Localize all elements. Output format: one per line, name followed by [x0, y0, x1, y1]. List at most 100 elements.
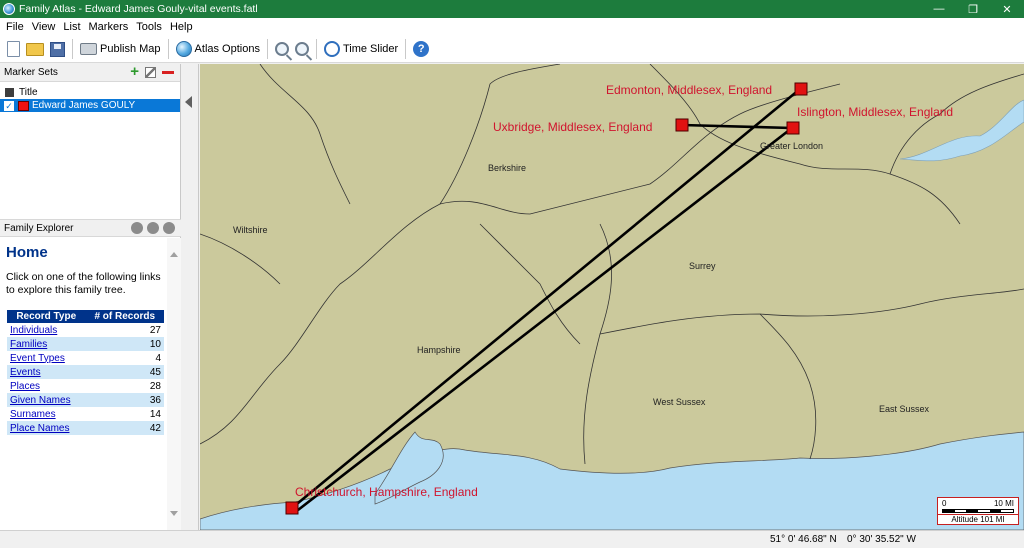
record-link[interactable]: Surnames — [7, 407, 86, 421]
window-controls: — ❐ ✕ — [922, 0, 1024, 18]
scroll-down-icon[interactable] — [170, 511, 178, 516]
table-row: Families 10 — [7, 337, 164, 351]
atlas-options-button[interactable]: Atlas Options — [173, 38, 263, 60]
region-label-surrey: Surrey — [689, 261, 716, 271]
map-scale: 0 10 MI Altitude 101 MI — [937, 497, 1019, 525]
open-button[interactable] — [23, 38, 47, 60]
family-explorer-body: Home Click on one of the following links… — [0, 238, 181, 530]
save-button[interactable] — [47, 38, 68, 60]
forward-arrow-icon[interactable] — [163, 222, 175, 234]
time-slider-label: Time Slider — [342, 43, 399, 55]
menu-view[interactable]: View — [28, 21, 60, 33]
marker-islington[interactable] — [786, 121, 800, 135]
marker-sets-list: Title ✓ Edward James GOULY — [0, 82, 180, 212]
record-count: 42 — [85, 421, 164, 435]
menu-list[interactable]: List — [59, 21, 84, 33]
longitude-readout: 0° 30' 35.52" W — [847, 534, 916, 545]
globe-icon — [175, 41, 192, 57]
scale-min: 0 — [942, 499, 947, 508]
record-link[interactable]: Place Names — [7, 421, 86, 435]
menu-tools[interactable]: Tools — [132, 21, 166, 33]
record-link[interactable]: Places — [7, 379, 86, 393]
marker-sets-actions: + — [130, 64, 174, 79]
toolbar-separator — [167, 39, 169, 59]
zoom-out-button[interactable] — [272, 38, 292, 60]
help-button[interactable]: ? — [410, 38, 432, 60]
record-link[interactable]: Events — [7, 365, 86, 379]
route-lines — [291, 87, 801, 512]
remove-marker-set-icon[interactable] — [162, 70, 174, 74]
zoom-in-button[interactable] — [292, 38, 312, 60]
records-header-row: Record Type # of Records — [7, 310, 164, 323]
place-label-islington: Islington, Middlesex, England — [797, 105, 953, 119]
toolbar: Publish Map Atlas Options Time Slider ? — [0, 36, 1024, 63]
altitude-readout: Altitude 101 MI — [938, 514, 1018, 524]
marker-set-checkbox[interactable]: ✓ — [4, 100, 14, 111]
menu-markers[interactable]: Markers — [85, 21, 133, 33]
publish-map-button[interactable]: Publish Map — [77, 38, 164, 60]
toolbar-separator — [315, 39, 317, 59]
place-label-edmonton: Edmonton, Middlesex, England — [606, 83, 772, 97]
region-label-greater-london: Greater London — [760, 141, 823, 151]
record-link[interactable]: Families — [7, 337, 86, 351]
new-button[interactable] — [4, 38, 23, 60]
latitude-readout: 51° 0' 46.68" N — [770, 534, 837, 545]
add-marker-set-icon[interactable]: + — [130, 64, 139, 79]
column-header-record-type: Record Type — [7, 310, 86, 323]
status-bar: 51° 0' 46.68" N 0° 30' 35.52" W — [0, 530, 1024, 548]
region-label-west-sussex: West Sussex — [653, 397, 706, 407]
atlas-options-label: Atlas Options — [194, 43, 260, 55]
help-icon: ? — [413, 41, 430, 57]
record-link[interactable]: Given Names — [7, 393, 86, 407]
edit-marker-set-icon[interactable] — [145, 66, 156, 78]
open-folder-icon — [26, 42, 44, 56]
back-arrow-icon[interactable] — [147, 222, 159, 234]
record-link[interactable]: Individuals — [7, 323, 86, 337]
column-header-record-count: # of Records — [85, 310, 164, 323]
region-label-east-sussex: East Sussex — [879, 404, 930, 414]
table-row: Given Names 36 — [7, 393, 164, 407]
family-explorer-scrollbar[interactable] — [167, 238, 181, 530]
collapse-left-icon[interactable] — [185, 96, 192, 108]
marker-set-label: Title — [19, 87, 38, 98]
table-row: Individuals 27 — [7, 323, 164, 337]
home-description: Click on one of the following links to e… — [6, 271, 161, 296]
toolbar-separator — [266, 39, 268, 59]
marker-uxbridge[interactable] — [675, 118, 689, 132]
marker-set-title-row[interactable]: Title — [0, 86, 180, 99]
region-label-berkshire: Berkshire — [488, 163, 526, 173]
marker-set-gouly-row[interactable]: ✓ Edward James GOULY — [0, 99, 180, 112]
printer-icon — [80, 43, 97, 55]
record-count: 10 — [85, 337, 164, 351]
family-explorer-nav — [131, 222, 175, 234]
window-title: Family Atlas - Edward James Gouly-vital … — [19, 3, 258, 15]
place-label-uxbridge: Uxbridge, Middlesex, England — [493, 120, 652, 134]
time-slider-button[interactable]: Time Slider — [321, 38, 401, 60]
restore-button[interactable]: ❐ — [956, 0, 990, 18]
menu-help[interactable]: Help — [166, 21, 197, 33]
record-count: 4 — [155, 352, 161, 364]
region-label-wiltshire: Wiltshire — [233, 225, 268, 235]
map-view[interactable]: Edmonton, Middlesex, England Islington, … — [200, 64, 1024, 530]
panel-collapse-strip[interactable] — [181, 64, 199, 530]
record-count: 45 — [85, 365, 164, 379]
region-label-hampshire: Hampshire — [417, 345, 461, 355]
marker-sets-header: Marker Sets + — [0, 64, 180, 82]
table-row: Place Names 42 — [7, 421, 164, 435]
map-canvas[interactable]: Edmonton, Middlesex, England Islington, … — [200, 64, 1024, 530]
table-row: Places 28 — [7, 379, 164, 393]
toolbar-separator — [72, 39, 73, 59]
close-button[interactable]: ✕ — [990, 0, 1024, 18]
family-atlas-window: Family Atlas - Edward James Gouly-vital … — [0, 0, 1024, 548]
minimize-button[interactable]: — — [922, 0, 956, 18]
family-explorer-title: Family Explorer — [4, 222, 74, 234]
left-panel: Marker Sets + Title ✓ Edward James GOULY… — [0, 64, 181, 530]
record-link[interactable]: Event Types — [7, 351, 86, 365]
marker-christchurch[interactable] — [285, 501, 299, 515]
marker-edmonton[interactable] — [794, 82, 808, 96]
menu-file[interactable]: File — [2, 21, 28, 33]
scroll-up-icon[interactable] — [170, 252, 178, 257]
place-label-christchurch: Christchurch, Hampshire, England — [295, 485, 478, 499]
home-icon[interactable] — [131, 222, 143, 234]
record-count: 28 — [149, 380, 161, 392]
